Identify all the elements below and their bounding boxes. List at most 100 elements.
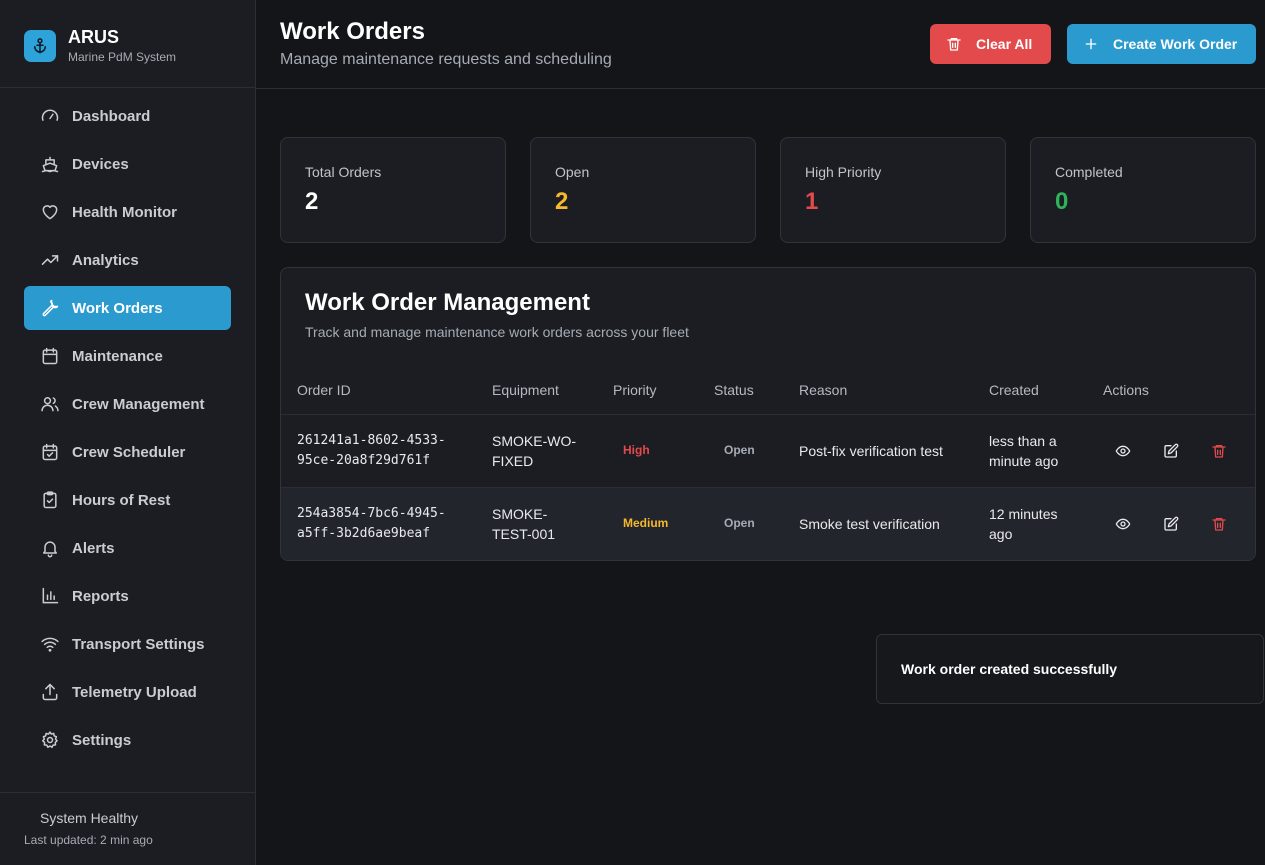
column-header-actions: Actions — [1103, 382, 1149, 398]
brand-subtitle: Marine PdM System — [68, 50, 177, 64]
equipment-line: FIXED — [492, 453, 534, 469]
stat-card-total-orders: Total Orders 2 — [280, 137, 506, 243]
clear-all-button[interactable]: Clear All — [930, 24, 1051, 64]
created-line: 12 minutes — [989, 506, 1058, 522]
order-id-line: a5ff-3b2d6ae9beaf — [297, 526, 431, 541]
toast-message: Work order created successfully — [901, 661, 1118, 677]
clear-all-label: Clear All — [976, 36, 1033, 52]
sidebar-item-analytics[interactable]: Analytics — [24, 238, 231, 282]
sidebar-item-label: Analytics — [72, 251, 139, 269]
stat-value: 0 — [1055, 188, 1069, 215]
eye-icon[interactable] — [1113, 441, 1133, 461]
stat-label: Open — [555, 164, 590, 180]
calendar-check-icon — [39, 441, 61, 463]
ship-icon — [39, 153, 61, 175]
sidebar-item-crew-scheduler[interactable]: Crew Scheduler — [24, 430, 231, 474]
users-icon — [39, 393, 61, 415]
column-header-priority[interactable]: Priority — [613, 382, 657, 398]
plus-icon — [1083, 36, 1099, 52]
system-status: System Healthy — [40, 810, 139, 826]
created-line: ago — [989, 526, 1013, 542]
brand[interactable]: ARUS Marine PdM System — [24, 27, 176, 64]
stat-label: High Priority — [805, 164, 882, 180]
trending-up-icon — [39, 249, 61, 271]
sidebar-item-label: Health Monitor — [72, 203, 177, 221]
column-header-reason[interactable]: Reason — [799, 382, 847, 398]
stat-value: 2 — [305, 188, 319, 215]
reason: Smoke test verification — [799, 516, 940, 532]
trash-icon[interactable] — [1209, 441, 1229, 461]
anchor-icon — [24, 30, 56, 62]
sidebar-item-alerts[interactable]: Alerts — [24, 526, 231, 570]
edit-icon[interactable] — [1161, 514, 1181, 534]
equipment-line: SMOKE-WO- — [492, 433, 576, 449]
column-header-status[interactable]: Status — [714, 382, 754, 398]
sidebar-item-telemetry-upload[interactable]: Telemetry Upload — [24, 670, 231, 714]
create-work-order-button[interactable]: Create Work Order — [1067, 24, 1256, 64]
order-id: 254a3854-7bc6-4945- a5ff-3b2d6ae9beaf — [297, 504, 446, 544]
priority-badge: High — [623, 443, 650, 457]
sidebar-item-work-orders[interactable]: Work Orders — [24, 286, 231, 330]
last-updated: Last updated: 2 min ago — [24, 833, 153, 847]
panel-subtitle: Track and manage maintenance work orders… — [305, 324, 689, 340]
divider — [0, 792, 256, 793]
table-row[interactable]: 254a3854-7bc6-4945- a5ff-3b2d6ae9beaf SM… — [281, 488, 1255, 560]
stat-label: Completed — [1055, 164, 1123, 180]
sidebar-item-settings[interactable]: Settings — [24, 718, 231, 762]
sidebar-item-label: Transport Settings — [72, 635, 205, 653]
created-line: minute ago — [989, 453, 1059, 469]
sidebar-item-transport-settings[interactable]: Transport Settings — [24, 622, 231, 666]
trash-icon — [946, 36, 962, 52]
wrench-icon — [39, 297, 61, 319]
trash-icon[interactable] — [1209, 514, 1229, 534]
reason: Post-fix verification test — [799, 443, 943, 459]
sidebar: ARUS Marine PdM System Dashboard Devices… — [0, 0, 256, 865]
stat-card-high-priority: High Priority 1 — [780, 137, 1006, 243]
page-header: Work Orders Manage maintenance requests … — [256, 0, 1265, 89]
page-subtitle: Manage maintenance requests and scheduli… — [280, 51, 612, 68]
sidebar-item-maintenance[interactable]: Maintenance — [24, 334, 231, 378]
eye-icon[interactable] — [1113, 514, 1133, 534]
order-id-line: 95ce-20a8f29d761f — [297, 453, 431, 468]
column-header-equipment[interactable]: Equipment — [492, 382, 559, 398]
sidebar-item-hours-of-rest[interactable]: Hours of Rest — [24, 478, 231, 522]
sidebar-item-label: Alerts — [72, 539, 115, 557]
sidebar-item-label: Settings — [72, 731, 132, 749]
panel-title: Work Order Management — [305, 289, 590, 316]
bell-icon — [39, 537, 61, 559]
sidebar-item-dashboard[interactable]: Dashboard — [24, 94, 231, 138]
work-order-panel: Work Order Management Track and manage m… — [280, 267, 1256, 561]
stat-value: 1 — [805, 188, 819, 215]
divider — [0, 87, 256, 88]
sidebar-nav: Dashboard Devices Health Monitor Analyti… — [24, 94, 231, 766]
calendar-icon — [39, 345, 61, 367]
upload-icon — [39, 681, 61, 703]
wifi-icon — [39, 633, 61, 655]
sidebar-item-reports[interactable]: Reports — [24, 574, 231, 618]
sidebar-item-devices[interactable]: Devices — [24, 142, 231, 186]
column-header-created[interactable]: Created — [989, 382, 1039, 398]
create-work-order-label: Create Work Order — [1113, 36, 1238, 52]
equipment-line: TEST-001 — [492, 526, 556, 542]
sidebar-item-label: Maintenance — [72, 347, 163, 365]
sidebar-item-label: Telemetry Upload — [72, 683, 197, 701]
status-badge: Open — [724, 516, 755, 530]
created: 12 minutes ago — [989, 504, 1057, 544]
edit-icon[interactable] — [1161, 441, 1181, 461]
stat-card-open: Open 2 — [530, 137, 756, 243]
sidebar-item-label: Crew Management — [72, 395, 205, 413]
table-row[interactable]: 261241a1-8602-4533- 95ce-20a8f29d761f SM… — [281, 415, 1255, 487]
created: less than a minute ago — [989, 431, 1058, 471]
equipment: SMOKE-WO- FIXED — [492, 431, 576, 471]
sidebar-item-crew-management[interactable]: Crew Management — [24, 382, 231, 426]
page-title: Work Orders — [280, 18, 425, 45]
order-id-line: 261241a1-8602-4533- — [297, 433, 446, 448]
brand-title: ARUS — [68, 27, 120, 47]
sidebar-item-health-monitor[interactable]: Health Monitor — [24, 190, 231, 234]
stat-card-completed: Completed 0 — [1030, 137, 1256, 243]
toast-notification[interactable]: Work order created successfully — [876, 634, 1264, 704]
gear-icon — [39, 729, 61, 751]
column-header-order-id[interactable]: Order ID — [297, 382, 351, 398]
heart-icon — [39, 201, 61, 223]
stat-value: 2 — [555, 188, 569, 215]
